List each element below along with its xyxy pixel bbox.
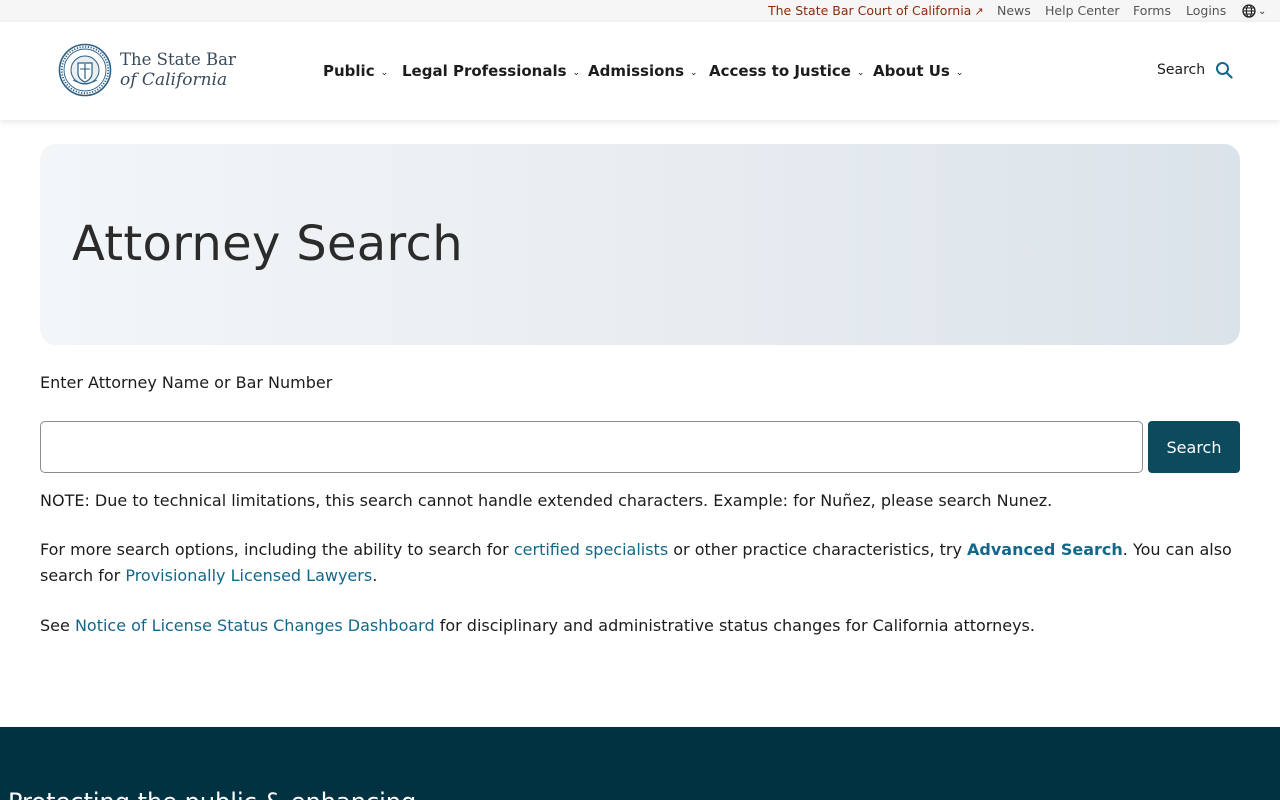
utility-bar: The State Bar Court of California ↗ News … <box>0 0 1280 22</box>
chevron-down-icon: ⌄ <box>1258 5 1267 17</box>
dashboard-suffix: for disciplinary and administrative stat… <box>434 616 1035 635</box>
provisionally-licensed-lawyers-link[interactable]: Provisionally Licensed Lawyers <box>125 566 372 585</box>
chevron-down-icon: ⌄ <box>380 68 389 78</box>
nav-admissions-label: Admissions <box>588 62 685 80</box>
chevron-down-icon: ⌄ <box>856 68 865 78</box>
language-selector[interactable]: ⌄ <box>1242 3 1266 19</box>
page-title: Attorney Search <box>72 216 463 272</box>
search-button[interactable]: Search <box>1148 421 1240 473</box>
more-options-part-1: For more search options, including the a… <box>40 540 514 559</box>
state-bar-court-link[interactable]: The State Bar Court of California ↗ <box>768 3 984 20</box>
license-status-dashboard-link[interactable]: Notice of License Status Changes Dashboa… <box>75 616 435 635</box>
nav-about-us[interactable]: About Us ⌄ <box>873 62 963 82</box>
chevron-down-icon: ⌄ <box>955 68 964 78</box>
dashboard-prefix: See <box>40 616 75 635</box>
nav-legal-professionals[interactable]: Legal Professionals ⌄ <box>402 62 580 82</box>
chevron-down-icon: ⌄ <box>572 68 581 78</box>
nav-access-to-justice[interactable]: Access to Justice ⌄ <box>709 62 864 82</box>
state-bar-court-label: The State Bar Court of California <box>768 3 972 18</box>
note-text: NOTE: Due to technical limitations, this… <box>40 491 1053 510</box>
hero-banner: Attorney Search <box>40 144 1240 345</box>
nav-legal-professionals-label: Legal Professionals <box>402 62 567 80</box>
chevron-down-icon: ⌄ <box>690 68 698 78</box>
logins-link[interactable]: Logins <box>1186 3 1226 19</box>
nav-public-label: Public <box>323 62 375 80</box>
search-label: Enter Attorney Name or Bar Number <box>40 373 333 392</box>
more-options-part-4: . <box>372 566 378 585</box>
header-search-label: Search <box>1157 62 1206 78</box>
globe-icon <box>1242 4 1256 18</box>
advanced-search-link[interactable]: Advanced Search <box>967 540 1123 559</box>
more-options-text: For more search options, including the a… <box>40 537 1240 589</box>
more-options-part-2: or other practice characteristics, try <box>668 540 968 559</box>
dashboard-text: See Notice of License Status Changes Das… <box>40 613 1240 639</box>
main-nav: Public ⌄ Legal Professionals ⌄ Admissions ⌄… <box>0 62 1280 82</box>
site-footer: Protecting the public & enhancing <box>0 727 1280 800</box>
news-link[interactable]: News <box>997 3 1031 19</box>
attorney-search-input[interactable] <box>40 421 1143 473</box>
certified-specialists-link[interactable]: certified specialists <box>514 540 668 559</box>
nav-public[interactable]: Public ⌄ <box>323 62 388 82</box>
footer-tagline: Protecting the public & enhancing <box>8 787 416 800</box>
help-center-link[interactable]: Help Center <box>1045 3 1120 19</box>
nav-admissions[interactable]: Admissions ⌄ <box>588 62 698 82</box>
site-header: The State Bar of California Public ⌄ Lega… <box>0 22 1280 120</box>
external-link-icon: ↗ <box>974 5 984 18</box>
header-search-button[interactable]: Search <box>1157 61 1233 79</box>
nav-access-to-justice-label: Access to Justice <box>709 62 851 80</box>
forms-link[interactable]: Forms <box>1133 3 1171 19</box>
nav-about-us-label: About Us <box>873 62 950 80</box>
search-icon <box>1216 62 1233 79</box>
